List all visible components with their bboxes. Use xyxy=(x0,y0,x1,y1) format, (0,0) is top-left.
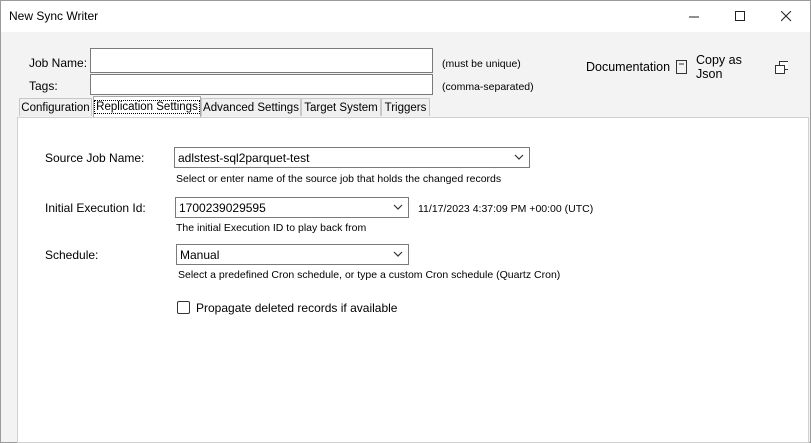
initial-exec-help: The initial Execution ID to play back fr… xyxy=(176,222,367,234)
source-job-combobox[interactable]: adlstest-sql2parquet-test xyxy=(174,147,530,168)
tags-hint: (comma-separated) xyxy=(442,81,534,93)
initial-exec-combobox[interactable]: 1700239029595 xyxy=(175,197,409,218)
tab-replication-settings[interactable]: Replication Settings xyxy=(93,96,201,117)
initial-exec-value: 1700239029595 xyxy=(179,201,266,215)
tags-input[interactable] xyxy=(90,74,433,95)
tab-configuration[interactable]: Configuration xyxy=(19,98,92,116)
minimize-button[interactable] xyxy=(671,1,717,32)
tab-configuration-label: Configuration xyxy=(21,101,90,114)
chevron-down-icon[interactable] xyxy=(513,151,525,163)
copy-json-label: Copy as Json xyxy=(696,53,742,81)
tab-target-system[interactable]: Target System xyxy=(301,98,381,116)
tab-triggers-label: Triggers xyxy=(384,101,427,114)
maximize-icon xyxy=(734,11,745,21)
schedule-help: Select a predefined Cron schedule, or ty… xyxy=(178,269,561,281)
propagate-deletes-label[interactable]: Propagate deleted records if available xyxy=(196,301,397,315)
sync-writer-window: New Sync Writer Job Name: (must be uniqu… xyxy=(0,0,811,443)
propagate-deletes-checkbox[interactable] xyxy=(177,301,190,314)
job-name-input[interactable] xyxy=(90,48,433,73)
documentation-button[interactable]: Documentation xyxy=(583,56,691,78)
close-icon xyxy=(780,11,791,22)
tab-target-system-label: Target System xyxy=(304,101,378,114)
initial-exec-timestamp: 11/17/2023 4:37:09 PM +00:00 (UTC) xyxy=(418,203,594,215)
close-button[interactable] xyxy=(763,1,809,32)
tab-replication-settings-label: Replication Settings xyxy=(94,100,200,114)
schedule-value: Manual xyxy=(180,248,220,262)
job-name-label: Job Name: xyxy=(29,56,88,70)
source-job-value: adlstest-sql2parquet-test xyxy=(178,151,310,165)
initial-exec-label: Initial Execution Id: xyxy=(45,201,146,215)
schedule-combobox[interactable]: Manual xyxy=(176,244,409,265)
tab-triggers[interactable]: Triggers xyxy=(381,98,430,116)
copy-as-json-button[interactable]: Copy as Json xyxy=(693,53,788,81)
source-job-label: Source Job Name: xyxy=(45,151,145,165)
tags-label: Tags: xyxy=(29,79,58,93)
chevron-down-icon[interactable] xyxy=(392,201,404,213)
document-icon xyxy=(676,60,688,74)
title-bar: New Sync Writer xyxy=(1,1,810,32)
copy-icon xyxy=(774,60,788,74)
chevron-down-icon[interactable] xyxy=(392,248,404,260)
minimize-icon xyxy=(688,16,699,18)
documentation-label: Documentation xyxy=(586,60,671,74)
tab-advanced-settings[interactable]: Advanced Settings xyxy=(201,98,301,116)
maximize-button[interactable] xyxy=(717,1,763,32)
source-job-help: Select or enter name of the source job t… xyxy=(176,173,502,185)
job-name-hint: (must be unique) xyxy=(442,58,521,70)
window-title: New Sync Writer xyxy=(9,9,99,23)
tab-advanced-settings-label: Advanced Settings xyxy=(203,101,299,114)
schedule-label: Schedule: xyxy=(45,248,99,262)
